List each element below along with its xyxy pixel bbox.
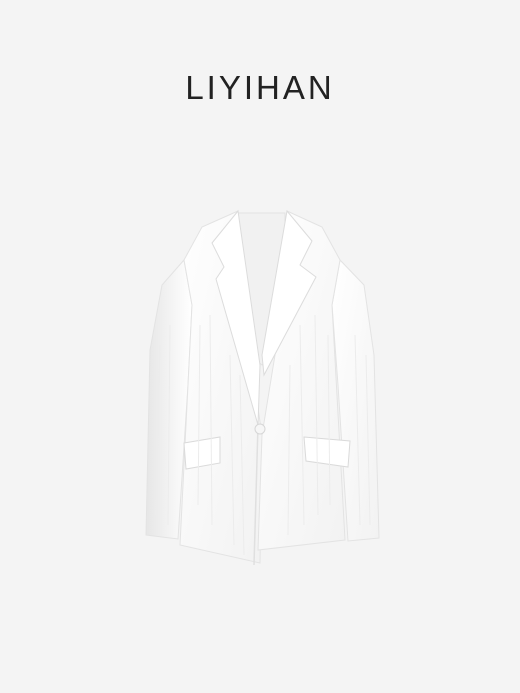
blazer-image <box>145 209 380 566</box>
product-image-page: LIYIHAN <box>0 0 520 693</box>
brand-logo: LIYIHAN <box>185 69 335 106</box>
